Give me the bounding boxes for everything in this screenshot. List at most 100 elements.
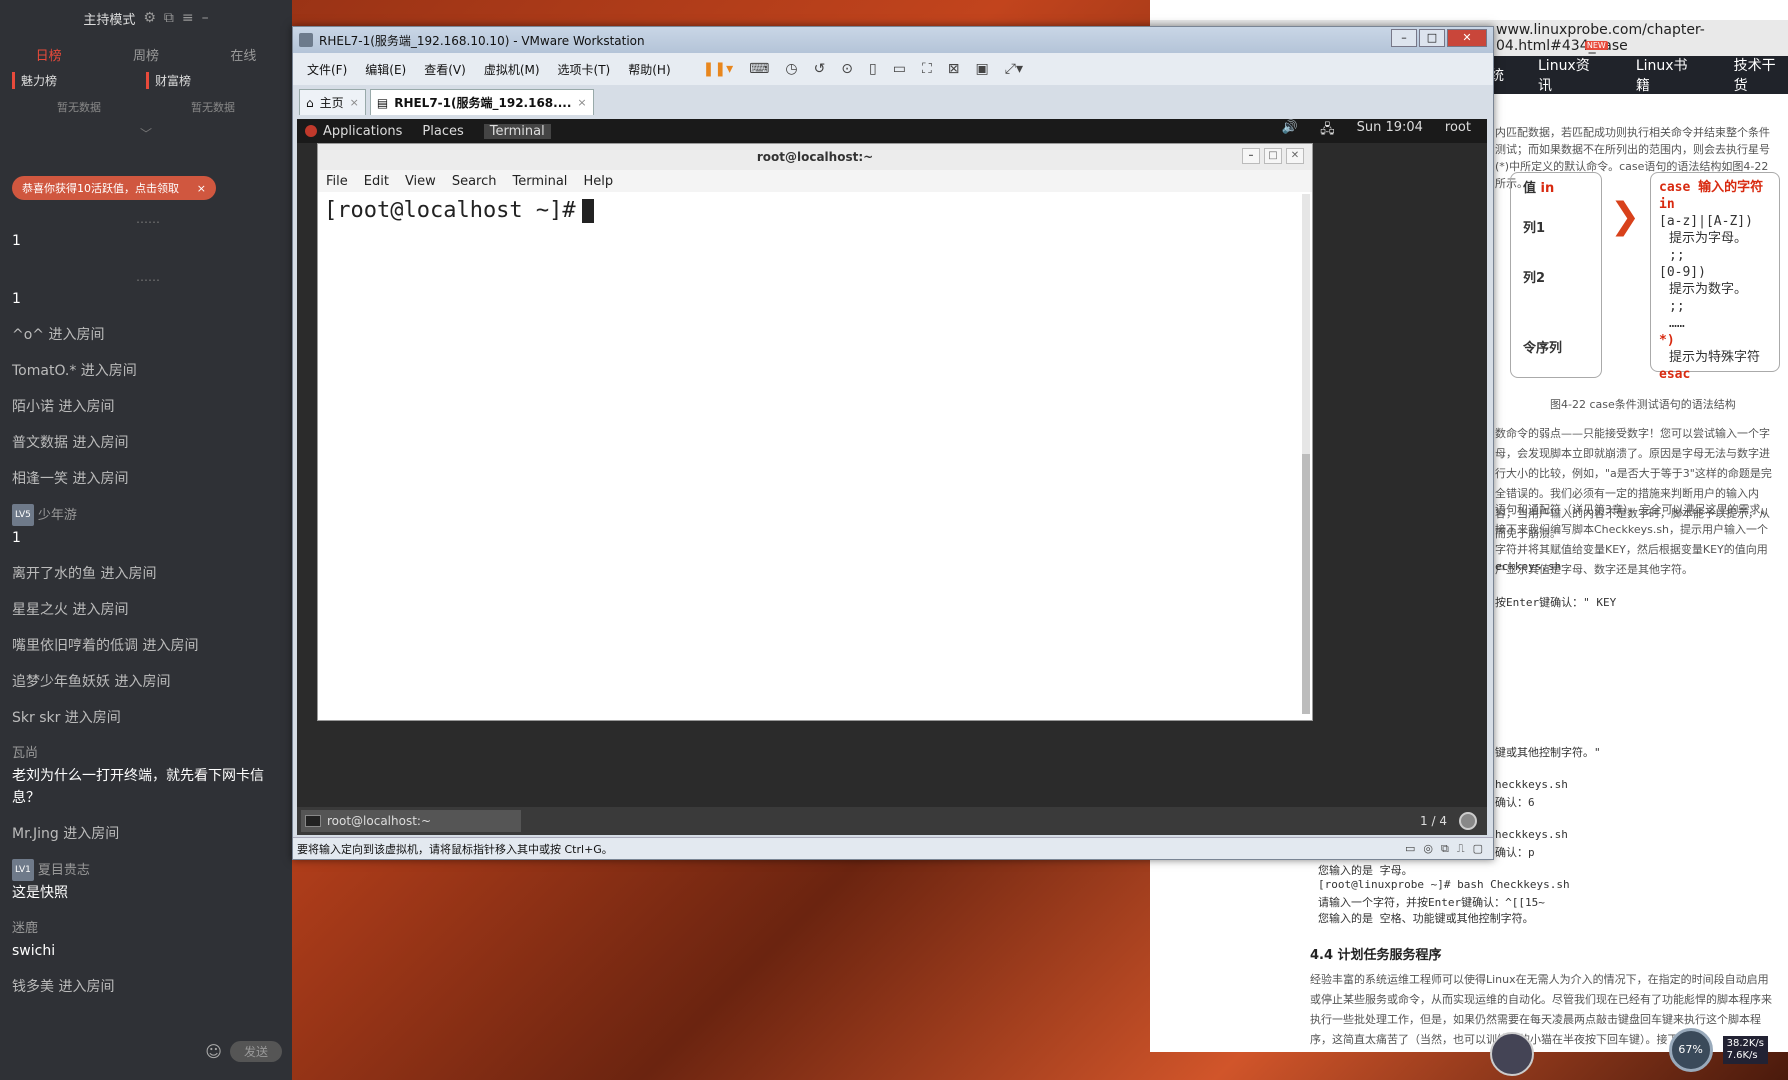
maximize-button[interactable]: □ [1419,29,1445,47]
gnome-topbar: Applications Places Terminal 🔊 🖧 Sun 19:… [297,119,1487,143]
box-left-line: 值 [1523,181,1537,196]
cpu-usage-ring[interactable]: 67% [1668,1028,1713,1072]
nav-item-linux-news[interactable]: Linux资讯 [1538,41,1608,95]
minimize-button[interactable]: – [1391,29,1417,47]
menu-help[interactable]: Help [583,174,613,189]
pause-icon[interactable]: ❚❚▾ [703,61,734,77]
snapshot-icon[interactable]: ◷ [785,61,797,77]
nav-item-tech[interactable]: 技术干货 [1734,55,1788,95]
external-icon[interactable]: ⧉ [164,10,174,26]
emoji-icon[interactable]: ☺ [205,1042,222,1061]
chevron-down-icon[interactable]: ﹀ [0,125,292,142]
places-menu[interactable]: Places [422,124,463,139]
menu-view[interactable]: View [405,174,436,189]
clock[interactable]: Sun 19:04 [1357,120,1423,142]
tab-weekly[interactable]: 周榜 [97,45,194,64]
device-icons: ▭ ◎ ⧉ ⎍ ▢ [1405,842,1493,856]
box-right-line: case 输入的字符 in [1659,180,1764,212]
nickname[interactable]: 夏目贵志 [38,863,90,878]
terminal-titlebar[interactable]: root@localhost:~ – □ ✕ [318,144,1312,170]
list-item: …… 1 [12,208,284,252]
live-chat-panel: 主持模式 ⚙ ⧉ ≡ – 日榜 周榜 在线 魅力榜 暂无数据 财富榜 暂无数据 … [0,0,292,1080]
tab-online[interactable]: 在线 [195,45,292,64]
box-right-line: 提示为字母。 [1669,231,1748,246]
snapshot-manager-icon[interactable]: ⊙ [841,61,853,77]
rank-lists: 魅力榜 暂无数据 财富榜 暂无数据 [0,72,292,115]
list-item: Skr skr 进入房间 [12,710,121,726]
window-titlebar[interactable]: RHEL7-1(服务端_192.168.10.10) - VMware Work… [293,27,1493,53]
reward-toast[interactable]: 恭喜你获得10活跃值，点击领取 × [12,176,216,200]
vmware-window: RHEL7-1(服务端_192.168.10.10) - VMware Work… [292,26,1494,860]
message-log-icon[interactable]: ▢ [1473,842,1483,856]
menu-edit[interactable]: 编辑(E) [365,61,406,78]
nickname[interactable]: 少年游 [38,508,77,523]
terminal-body[interactable]: [root@localhost ~]# [318,192,1312,229]
stretch-icon[interactable]: ⤢▾ [1005,61,1023,77]
menu-file[interactable]: 文件(F) [307,61,347,78]
gnome-status-area: 🔊 🖧 Sun 19:04 root [1282,120,1487,142]
list-item: 陌小诺 进入房间 [12,399,115,415]
workspace-pager[interactable]: 1 / 4 [1420,812,1477,830]
volume-icon[interactable]: 🔊 [1282,120,1298,142]
rank-title: 财富榜 [146,72,280,89]
menu-vm[interactable]: 虚拟机(M) [484,61,540,78]
thumbnail-icon[interactable]: ▭ [893,61,906,77]
console-icon[interactable]: ▣ [976,61,989,77]
menu-icon[interactable]: ≡ [182,10,194,26]
tab-daily[interactable]: 日榜 [0,45,97,64]
usb-icon[interactable]: ⎍ [1457,842,1465,856]
taskbar-item-terminal[interactable]: root@localhost:~ [301,810,521,832]
menu-file[interactable]: File [326,174,348,189]
gnome-foot-icon [305,125,317,137]
nav-item-linux-books[interactable]: Linux书籍 [1636,55,1700,95]
close-button[interactable]: ✕ [1286,148,1304,164]
close-icon[interactable]: × [350,96,359,109]
unity-icon[interactable]: ⊠ [948,61,960,77]
nickname[interactable]: 迷鹿 [12,918,284,940]
cdrom-icon[interactable]: ◎ [1423,842,1433,856]
close-icon[interactable]: × [577,96,586,109]
syntax-box-right: case 输入的字符 in [a-z]|[A-Z]) 提示为字母。 ;; [0-… [1650,172,1780,382]
message-text: swichi [12,943,56,959]
url-text[interactable]: www.linuxprobe.com/chapter-04.html#434_c… [1496,22,1786,54]
revert-snapshot-icon[interactable]: ↺ [814,61,826,77]
toast-text[interactable]: 恭喜你获得10活跃值，点击领取 [22,180,179,196]
nickname[interactable]: 瓦尚 [12,743,284,765]
menu-search[interactable]: Search [452,174,497,189]
rank-tabs: 日榜 周榜 在线 [0,36,292,72]
sidebar-toggle-icon[interactable]: ▯ [869,61,877,77]
applications-menu[interactable]: Applications [305,124,402,139]
notification-icon[interactable] [1459,812,1477,830]
menu-edit[interactable]: Edit [364,174,389,189]
send-keys-icon[interactable]: ⌨ [749,61,769,77]
box-right-line: *) [1659,333,1675,348]
menu-terminal[interactable]: Terminal [512,174,567,189]
menu-tabs[interactable]: 选项卡(T) [558,61,611,78]
close-button[interactable]: ✕ [1447,29,1487,47]
menu-help[interactable]: 帮助(H) [628,61,670,78]
hdd-icon[interactable]: ▭ [1405,842,1415,856]
list-item: 离开了水的鱼 进入房间 [12,566,157,582]
minimize-icon[interactable]: – [202,10,209,26]
taskbar-item-label: root@localhost:~ [327,814,432,828]
settings-icon[interactable]: ⚙ [143,10,156,26]
send-button[interactable]: 发送 [229,1041,282,1062]
tab-home[interactable]: ⌂ 主页 × [299,89,366,115]
minimize-button[interactable]: – [1242,148,1260,164]
message-text: 老刘为什么一打开终端，就先看下网卡信息？ [12,768,264,806]
terminal-scrollbar[interactable] [1302,194,1310,714]
host-mode-label[interactable]: 主持模式 [83,9,135,28]
terminal-app-menu[interactable]: Terminal [483,123,551,139]
network-adapter-icon[interactable]: ⧉ [1441,842,1449,856]
close-icon[interactable]: × [197,182,206,195]
terminal-window[interactable]: root@localhost:~ – □ ✕ File Edit View Se… [317,143,1313,721]
maximize-button[interactable]: □ [1264,148,1282,164]
fullscreen-icon[interactable]: ⛶ [922,61,932,77]
user-menu[interactable]: root [1445,120,1471,142]
tab-rhel7[interactable]: ▤ RHEL7-1(服务端_192.168.... × [369,89,594,115]
workspace-indicator[interactable]: 1 / 4 [1420,814,1447,828]
network-icon[interactable]: 🖧 [1320,120,1335,142]
menu-view[interactable]: 查看(V) [424,61,466,78]
scrollbar-thumb[interactable] [1302,454,1310,714]
guest-display[interactable]: Applications Places Terminal 🔊 🖧 Sun 19:… [297,119,1487,835]
